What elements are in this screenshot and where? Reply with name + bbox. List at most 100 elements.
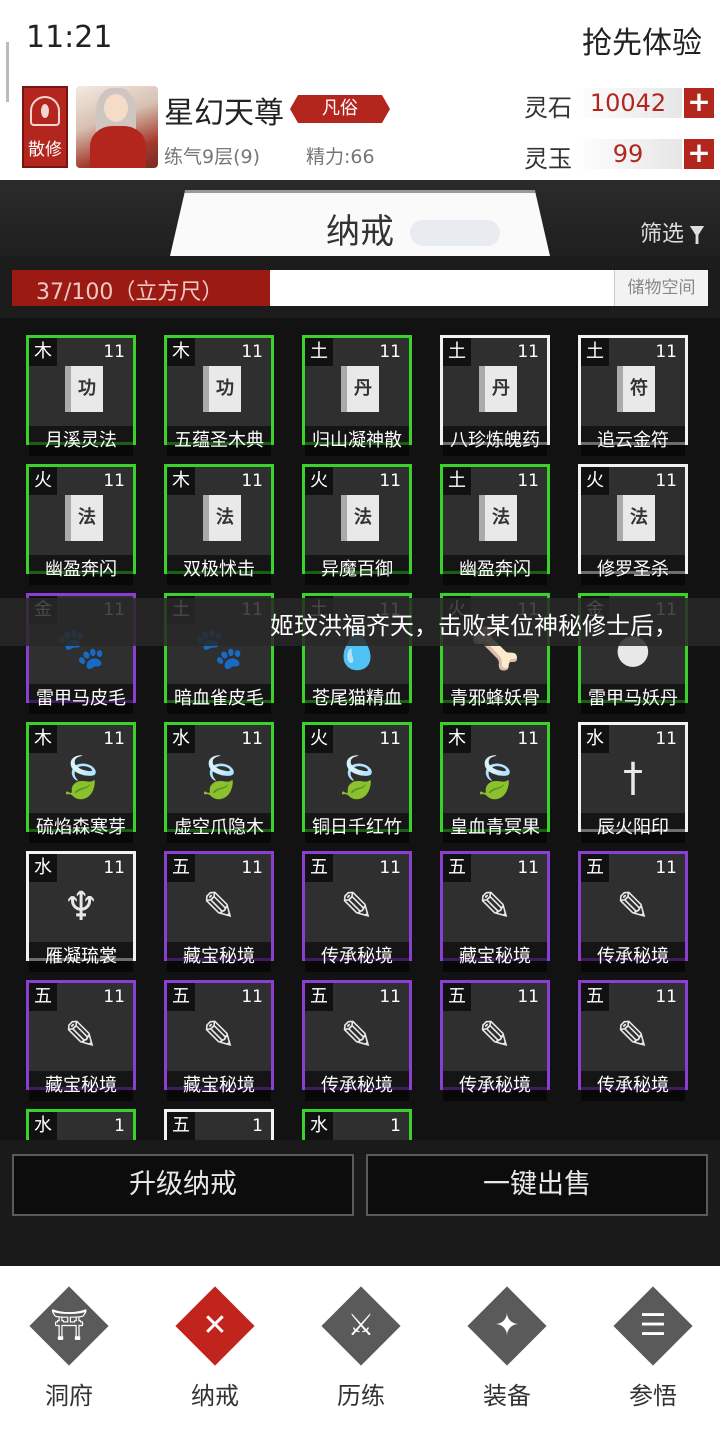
add-spirit-stone-button[interactable]: + [684,88,714,118]
edge-indicator [6,42,9,102]
element-tag: 火 [305,467,333,495]
add-spirit-jade-button[interactable]: + [684,139,714,169]
early-access-button[interactable]: 抢先体验 [582,18,702,62]
capacity-text: 37/100（立方尺） [36,280,224,305]
element-tag: 五 [167,983,195,1011]
item-grid: 木 11 功月溪灵法木 11 功五蕴圣木典土 11 丹归山凝神散土 11 丹八珍炼魄药土 11 符追… [0,318,720,1142]
avatar[interactable] [76,86,158,168]
item-name: 硫焰森寒芽 [29,813,133,843]
map-icon: ✎ [478,1013,512,1059]
item-name: 藏宝秘境 [167,1071,271,1101]
inventory-item[interactable]: 五 11 ✎ 传承秘境 [302,851,412,972]
inventory-item[interactable]: 五1 [164,1109,274,1142]
element-tag: 五 [305,854,333,882]
map-icon: ✎ [202,884,236,930]
inventory-item[interactable]: 水1 [26,1109,136,1142]
element-tag: 五 [581,854,609,882]
element-tag: 木 [29,725,57,753]
inventory-item[interactable]: 土 11 丹八珍炼魄药 [440,335,550,456]
item-count: 11 [103,471,125,491]
filter-button[interactable]: 筛选 [640,216,704,248]
inventory-item[interactable]: 土 11 符追云金符 [578,335,688,456]
leaf-icon: 🍃 [470,755,520,801]
inventory-item[interactable]: 火 11 法异魔百御 [302,464,412,585]
item-name: 虚空爪隐木 [167,813,271,843]
robe-icon: ♆ [63,884,99,930]
scroll-book-icon: 法 [617,495,655,541]
item-name: 辰火阳印 [581,813,685,843]
inventory-item[interactable]: 五 11 ✎ 传承秘境 [578,851,688,972]
inventory-item[interactable]: 水 11 † 辰火阳印 [578,722,688,843]
nav-tab[interactable]: ⛩ 洞府 [14,1286,124,1414]
lotus-icon [30,96,60,126]
inventory-item[interactable]: 木 11 功月溪灵法 [26,335,136,456]
inventory-item[interactable]: 火 11 法幽盈奔闪 [26,464,136,585]
nav-tab[interactable]: ✕ 纳戒 [160,1286,270,1414]
item-name: 暗血雀皮毛 [167,684,271,714]
inventory-item[interactable]: 土 11 法幽盈奔闪 [440,464,550,585]
inventory-item[interactable]: 五 11 ✎ 藏宝秘境 [26,980,136,1101]
inventory-item[interactable]: 木 11 🍃 硫焰森寒芽 [26,722,136,843]
inventory-item[interactable]: 五 11 ✎ 藏宝秘境 [440,851,550,972]
clock: 11:21 [26,20,113,55]
inventory-item[interactable]: 五 11 ✎ 传承秘境 [440,980,550,1101]
storage-space-label: 储物空间 [614,270,708,306]
inventory-item[interactable]: 五 11 ✎ 藏宝秘境 [164,980,274,1101]
inventory-item[interactable]: 水 11 🍃 虚空爪隐木 [164,722,274,843]
item-name: 铜日千红竹 [305,813,409,843]
broadcast-text: 姬玟洪福齐天，击败某位神秘修士后， [270,612,678,640]
inventory-item[interactable]: 火 11 🍃 铜日千红竹 [302,722,412,843]
nav-tab[interactable]: ☰ 参悟 [598,1286,708,1414]
inventory-item[interactable]: 木 11 功五蕴圣木典 [164,335,274,456]
sell-all-button[interactable]: 一键出售 [366,1154,708,1216]
element-tag: 土 [581,338,609,366]
element-tag: 火 [29,467,57,495]
scroll-book-icon: 法 [65,495,103,541]
item-count: 11 [103,987,125,1007]
element-tag: 火 [581,467,609,495]
inventory-item[interactable]: 水1 [302,1109,412,1142]
item-count: 11 [241,729,263,749]
cultivation-level: 练气9层(9) [164,146,261,168]
inventory-item[interactable]: 火 11 法修罗圣杀 [578,464,688,585]
player-name: 星幻天尊 [164,96,284,131]
scroll-book-icon: 法 [479,495,517,541]
inventory-item[interactable]: 木 11 法双极怵击 [164,464,274,585]
element-tag: 土 [443,338,471,366]
action-bar: 升级纳戒 一键出售 [0,1140,720,1266]
item-name: 雷甲马皮毛 [29,684,133,714]
item-name: 修罗圣杀 [581,555,685,585]
element-tag: 水 [29,1112,57,1140]
item-name: 皇血青冥果 [443,813,547,843]
nav-tab-label: 装备 [483,1382,531,1410]
inventory-item[interactable]: 土 11 丹归山凝神散 [302,335,412,456]
inventory-item[interactable]: 水 11 ♆ 雁凝琉裳 [26,851,136,972]
inventory-item[interactable]: 五 11 ✎ 藏宝秘境 [164,851,274,972]
item-count: 11 [241,342,263,362]
nav-tab-label: 纳戒 [191,1382,239,1410]
map-icon: ✎ [202,1013,236,1059]
item-count: 11 [655,729,677,749]
item-name: 归山凝神散 [305,426,409,456]
inventory-item[interactable]: 五 11 ✎ 传承秘境 [578,980,688,1101]
item-count: 11 [379,858,401,878]
inventory-item[interactable]: 五 11 ✎ 传承秘境 [302,980,412,1101]
nav-tab[interactable]: ⚔ 历练 [306,1286,416,1414]
sect-badge[interactable]: 散修 [22,86,68,168]
spirit-jade-value: 99 [574,139,682,169]
element-tag: 土 [305,338,333,366]
swords-icon: ⚔ [347,1308,375,1343]
item-name: 五蕴圣木典 [167,426,271,456]
bottom-nav: ⛩ 洞府 ✕ 纳戒 ⚔ 历练 ✦ 装备 ☰ 参悟 [0,1266,720,1440]
gate-icon: ⛩ [49,1308,89,1343]
upgrade-ring-button[interactable]: 升级纳戒 [12,1154,354,1216]
inventory-item[interactable]: 木 11 🍃 皇血青冥果 [440,722,550,843]
nav-tab[interactable]: ✦ 装备 [452,1286,562,1414]
item-name: 藏宝秘境 [167,942,271,972]
element-tag: 五 [305,983,333,1011]
scroll-book-icon: 法 [341,495,379,541]
filter-icon [690,226,704,244]
item-name: 青邪蜂妖骨 [443,684,547,714]
item-name: 雁凝琉裳 [29,942,133,972]
nav-tab-label: 参悟 [629,1382,677,1410]
